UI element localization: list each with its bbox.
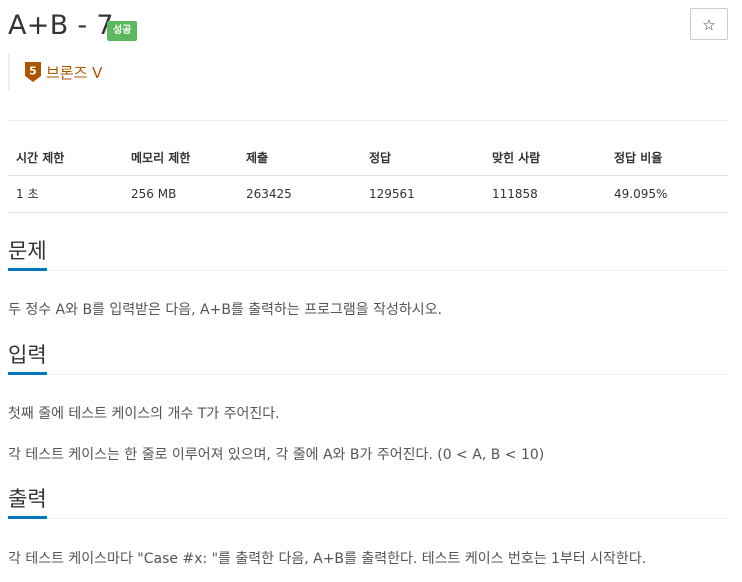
- tier-info[interactable]: 5 브론즈 V: [8, 54, 102, 90]
- header-accuracy: 정답 비율: [606, 140, 728, 176]
- output-description: 각 테스트 케이스마다 "Case #x: "를 출력한 다음, A+B를 출력…: [8, 549, 728, 569]
- input-section-header: 입력: [8, 341, 728, 375]
- problem-info-table: 시간 제한 메모리 제한 제출 정답 맞힌 사람 정답 비율 1 초 256 M…: [8, 140, 728, 213]
- header-memory-limit: 메모리 제한: [123, 140, 238, 176]
- solved-users-value: 111858: [484, 175, 606, 213]
- problem-paragraph: 두 정수 A와 B를 입력받은 다음, A+B를 출력하는 프로그램을 작성하시…: [8, 302, 442, 318]
- accuracy-value: 49.095%: [606, 175, 728, 213]
- tier-label: 브론즈 V: [46, 63, 103, 82]
- status-badge: 성공: [107, 21, 138, 41]
- input-paragraph: 각 테스트 케이스는 한 줄로 이루어져 있으며, 각 줄에 A와 B가 주어진…: [8, 447, 545, 463]
- table-row: 1 초 256 MB 263425 129561 111858 49.095%: [8, 175, 728, 213]
- accepted-value: 129561: [361, 175, 484, 213]
- problem-header: A+B - 7 성공 ☆: [8, 8, 728, 48]
- header-submissions: 제출: [238, 140, 361, 176]
- output-section-title: 출력: [8, 484, 47, 519]
- submissions-value: 263425: [238, 175, 361, 213]
- bronze-tier-icon: 5: [25, 62, 41, 82]
- header-solved-users: 맞힌 사람: [484, 140, 606, 176]
- star-icon: ☆: [702, 16, 716, 34]
- star-button[interactable]: ☆: [690, 8, 728, 40]
- tier-number: 5: [29, 65, 37, 78]
- problem-description: 두 정수 A와 B를 입력받은 다음, A+B를 출력하는 프로그램을 작성하시…: [8, 300, 728, 320]
- header-time-limit: 시간 제한: [8, 140, 123, 176]
- problem-page: A+B - 7 성공 ☆ 5 브론즈 V 시간 제한 메모리 제한 제출 정답 …: [0, 0, 742, 582]
- time-limit-value: 1 초: [8, 175, 123, 213]
- input-description: 첫째 줄에 테스트 케이스의 개수 T가 주어진다. 각 테스트 케이스는 한 …: [8, 404, 728, 465]
- output-section-header: 출력: [8, 485, 728, 519]
- output-paragraph: 각 테스트 케이스마다 "Case #x: "를 출력한 다음, A+B를 출력…: [8, 551, 647, 567]
- input-paragraph: 첫째 줄에 테스트 케이스의 개수 T가 주어진다.: [8, 406, 280, 422]
- header-accepted: 정답: [361, 140, 484, 176]
- problem-title: A+B - 7: [8, 10, 114, 41]
- input-section-title: 입력: [8, 340, 47, 375]
- divider: [8, 120, 728, 121]
- problem-section-header: 문제: [8, 237, 728, 271]
- table-header-row: 시간 제한 메모리 제한 제출 정답 맞힌 사람 정답 비율: [8, 140, 728, 176]
- memory-limit-value: 256 MB: [123, 175, 238, 213]
- problem-section-title: 문제: [8, 236, 47, 271]
